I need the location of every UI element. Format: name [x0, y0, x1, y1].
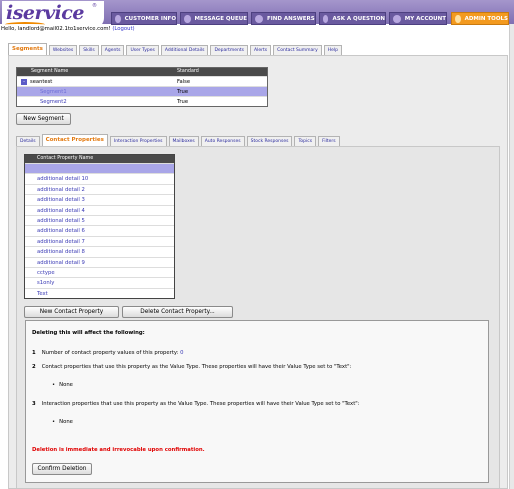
table-row[interactable]: additional detail 10 — [25, 173, 174, 183]
table-row[interactable]: additional detail 4 — [25, 204, 174, 215]
item-text: Number of contact property values of thi… — [41, 350, 179, 356]
tab-additional-details[interactable]: Additional Details — [160, 45, 209, 55]
table-row[interactable]: additional detail 8 — [25, 246, 174, 256]
new-segment-button[interactable]: New Segment — [16, 113, 71, 125]
item-number: 1 — [32, 350, 36, 356]
table-row[interactable]: Segment1 True — [17, 86, 267, 96]
tab-skills[interactable]: Skills — [79, 45, 99, 55]
deletion-confirmation-box: Deleting this will affect the following:… — [25, 320, 489, 483]
tab-agents[interactable]: Agents — [100, 45, 125, 55]
table-header: Segment Name Standard — [17, 68, 267, 76]
tab-alerts[interactable]: Alerts — [250, 45, 272, 55]
item-number: 2 — [32, 364, 36, 370]
tab-user-types[interactable]: User Types — [126, 45, 159, 55]
tab-interaction-properties[interactable]: Interaction Properties — [109, 136, 167, 146]
segments-table: Segment Name Standard - seantest False S… — [16, 67, 268, 107]
table-row[interactable]: - seantest False — [17, 76, 267, 86]
tab-details[interactable]: Details — [16, 136, 40, 146]
segment-name: seantest — [30, 78, 53, 85]
segment-name-cell: - seantest — [17, 77, 177, 86]
deletion-heading: Deleting this will affect the following: — [32, 330, 145, 336]
tools-icon — [455, 14, 461, 23]
item-text: Interaction properties that use this pro… — [41, 401, 360, 407]
table-row[interactable]: additional detail 7 — [25, 235, 174, 246]
table-row[interactable]: additional detail 9 — [25, 256, 174, 267]
iservice-logo: iservice ® — [2, 1, 104, 28]
deletion-item-1: 1 Number of contact property values of t… — [32, 350, 184, 356]
envelope-icon — [184, 14, 191, 23]
question-icon — [323, 14, 329, 23]
nav-label: ASK A QUESTION — [332, 15, 385, 22]
logo-registered-mark: ® — [92, 3, 97, 9]
account-icon — [393, 14, 401, 23]
table-row[interactable]: additional detail 1 — [25, 163, 174, 174]
contact-value-count: 0 — [180, 350, 184, 356]
segment-link[interactable]: Segment1 — [40, 87, 67, 97]
book-icon — [255, 14, 263, 23]
table-row[interactable]: Text — [25, 287, 174, 298]
nav-find-answers[interactable]: FIND ANSWERS — [251, 12, 316, 25]
nav-message-queue[interactable]: MESSAGE QUEUE — [180, 12, 248, 25]
column-header-segment-name: Segment Name — [31, 69, 69, 74]
deletion-item-3: 3 Interaction properties that use this p… — [32, 401, 360, 407]
deletion-warning: Deletion is immediate and irrevocable up… — [32, 447, 205, 453]
greeting-text: Hello, landlord@mail02.1to1service.com! — [1, 26, 111, 32]
segment-standard: False — [177, 79, 191, 85]
nav-label: CUSTOMER INFO — [124, 15, 176, 22]
nav-ask-a-question[interactable]: ASK A QUESTION — [319, 12, 386, 25]
bullet-item: None — [52, 382, 73, 388]
logout-link[interactable]: (Logout) — [112, 26, 134, 32]
collapse-icon[interactable]: - — [21, 78, 27, 85]
column-header-contact-property-name: Contact Property Name — [25, 155, 174, 163]
bullet-item: None — [52, 419, 73, 425]
tab-topics[interactable]: Topics — [294, 136, 317, 146]
segment-standard: True — [177, 89, 189, 95]
column-header-standard: Standard — [177, 69, 199, 74]
nav-customer-info[interactable]: CUSTOMER INFO — [111, 12, 177, 25]
nav-label: MESSAGE QUEUE — [194, 15, 247, 22]
new-contact-property-button[interactable]: New Contact Property — [24, 306, 119, 318]
segment-name-cell: Segment1 — [17, 87, 177, 96]
user-greeting: Hello, landlord@mail02.1to1service.com! … — [1, 26, 135, 32]
page-scrollbar[interactable] — [509, 24, 514, 489]
nav-label: MY ACCOUNT — [404, 15, 446, 22]
segment-sub-tab-bar: Details Contact Properties Interaction P… — [16, 134, 340, 146]
tab-stock-responses[interactable]: Stock Responses — [246, 136, 293, 146]
table-row[interactable]: additional detail 3 — [25, 194, 174, 204]
tab-help[interactable]: Help — [323, 45, 343, 55]
nav-label: FIND ANSWERS — [267, 15, 315, 22]
table-row[interactable]: cctype — [25, 266, 174, 277]
table-row[interactable]: additional detail 6 — [25, 225, 174, 235]
item-number: 3 — [32, 401, 36, 407]
tab-departments[interactable]: Departments — [210, 45, 249, 55]
table-row[interactable]: additional detail 2 — [25, 183, 174, 194]
item-text: Contact properties that use this propert… — [41, 364, 352, 370]
nav-my-account[interactable]: MY ACCOUNT — [389, 12, 447, 25]
tab-segments[interactable]: Segments — [8, 43, 47, 55]
table-row[interactable]: Segment2 True — [17, 96, 267, 106]
logo-text: iservice — [6, 2, 84, 24]
tab-mailboxes[interactable]: Mailboxes — [168, 136, 199, 146]
segment-standard: True — [177, 99, 189, 105]
segment-name-cell: Segment2 — [17, 97, 177, 106]
tab-contact-properties[interactable]: Contact Properties — [41, 134, 108, 146]
tab-contact-summary[interactable]: Contact Summary — [273, 45, 322, 55]
main-tab-bar: Segments Websites Skills Agents User Typ… — [8, 43, 343, 55]
deletion-item-2: 2 Contact properties that use this prope… — [32, 364, 351, 370]
table-row[interactable]: s1only — [25, 277, 174, 287]
segment-link[interactable]: Segment2 — [40, 97, 67, 107]
tab-filters[interactable]: Filters — [318, 136, 340, 146]
nav-admin-tools[interactable]: ADMIN TOOLS — [451, 12, 509, 25]
tab-websites[interactable]: Websites — [48, 45, 78, 55]
table-row[interactable]: additional detail 5 — [25, 214, 174, 225]
person-icon — [115, 14, 121, 23]
contact-properties-table: Contact Property Name additional detail … — [24, 154, 175, 300]
confirm-deletion-button[interactable]: Confirm Deletion — [32, 463, 92, 475]
tab-auto-responses[interactable]: Auto Responses — [200, 136, 245, 146]
delete-contact-property-button[interactable]: Delete Contact Property... — [122, 306, 233, 318]
nav-label: ADMIN TOOLS — [464, 15, 508, 22]
